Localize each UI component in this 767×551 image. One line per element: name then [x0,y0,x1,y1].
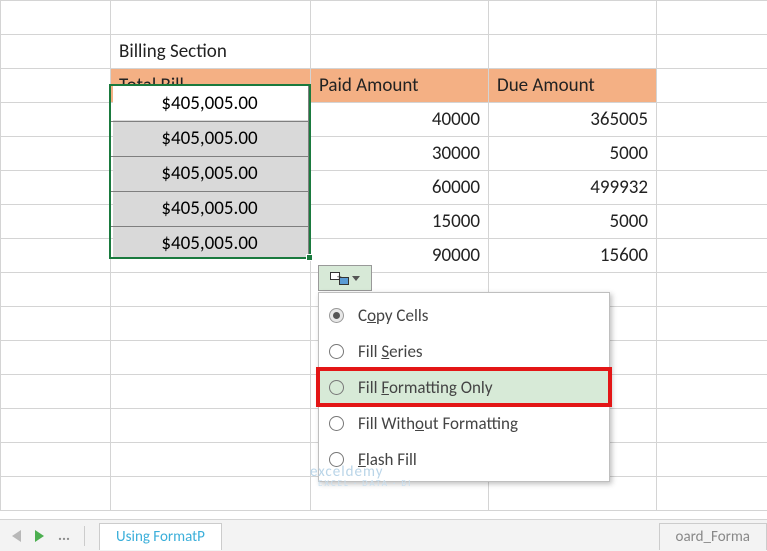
data-row[interactable]: 40000 365005 [1,103,767,137]
menu-copy-cells[interactable]: Copy Cells [319,297,609,333]
sheet-nav-next-icon[interactable] [35,530,44,542]
cell-paid[interactable]: 15000 [311,205,489,239]
menu-label: Copy Cells [358,305,428,326]
data-row[interactable]: 30000 5000 [1,137,767,171]
radio-icon [329,452,344,467]
menu-fill-formatting-only[interactable]: Fill Formatting Only [319,369,609,405]
radio-icon [329,416,344,431]
menu-label: Flash Fill [358,449,417,470]
divider [84,526,85,546]
data-row[interactable]: 90000 15600 [1,239,767,273]
cell-due[interactable]: 5000 [489,205,657,239]
menu-label: Fill Formatting Only [358,377,493,398]
dropdown-arrow-icon [352,276,360,281]
header-row[interactable]: Total Bill Paid Amount Due Amount [1,69,767,103]
cell-paid[interactable]: 30000 [311,137,489,171]
header-due-amount: Due Amount [489,69,657,103]
grid-row[interactable]: Billing Section [1,35,767,69]
sheet-nav-prev-icon[interactable] [12,530,21,542]
cell-due[interactable]: 499932 [489,171,657,205]
grid-row[interactable] [1,1,767,35]
sheet-tab-bar: ... Using FormatP oard_Forma [0,519,767,551]
radio-icon [329,344,344,359]
autofill-icon: + [330,272,348,285]
data-row[interactable]: 60000 499932 [1,171,767,205]
cell-due[interactable]: 5000 [489,137,657,171]
autofill-options-menu: Copy Cells Fill Series Fill Formatting O… [318,292,610,482]
sheet-tab[interactable]: oard_Forma [659,523,767,550]
cell-paid[interactable]: 40000 [311,103,489,137]
header-paid-amount: Paid Amount [311,69,489,103]
radio-icon [329,308,344,323]
autofill-options-button[interactable]: + [318,265,372,291]
radio-icon [329,380,344,395]
cell-due[interactable]: 365005 [489,103,657,137]
sheet-nav-more-icon[interactable]: ... [58,527,70,545]
menu-label: Fill Series [358,341,423,362]
section-title: Billing Section [111,35,311,69]
data-row[interactable]: 15000 5000 [1,205,767,239]
menu-label: Fill Without Formatting [358,413,518,434]
menu-fill-without-formatting[interactable]: Fill Without Formatting [319,405,609,441]
menu-fill-series[interactable]: Fill Series [319,333,609,369]
cell-paid[interactable]: 60000 [311,171,489,205]
header-total-bill: Total Bill [111,69,311,103]
menu-flash-fill[interactable]: Flash Fill [319,441,609,477]
cell-due[interactable]: 15600 [489,239,657,273]
sheet-tab-active[interactable]: Using FormatP [99,523,222,550]
